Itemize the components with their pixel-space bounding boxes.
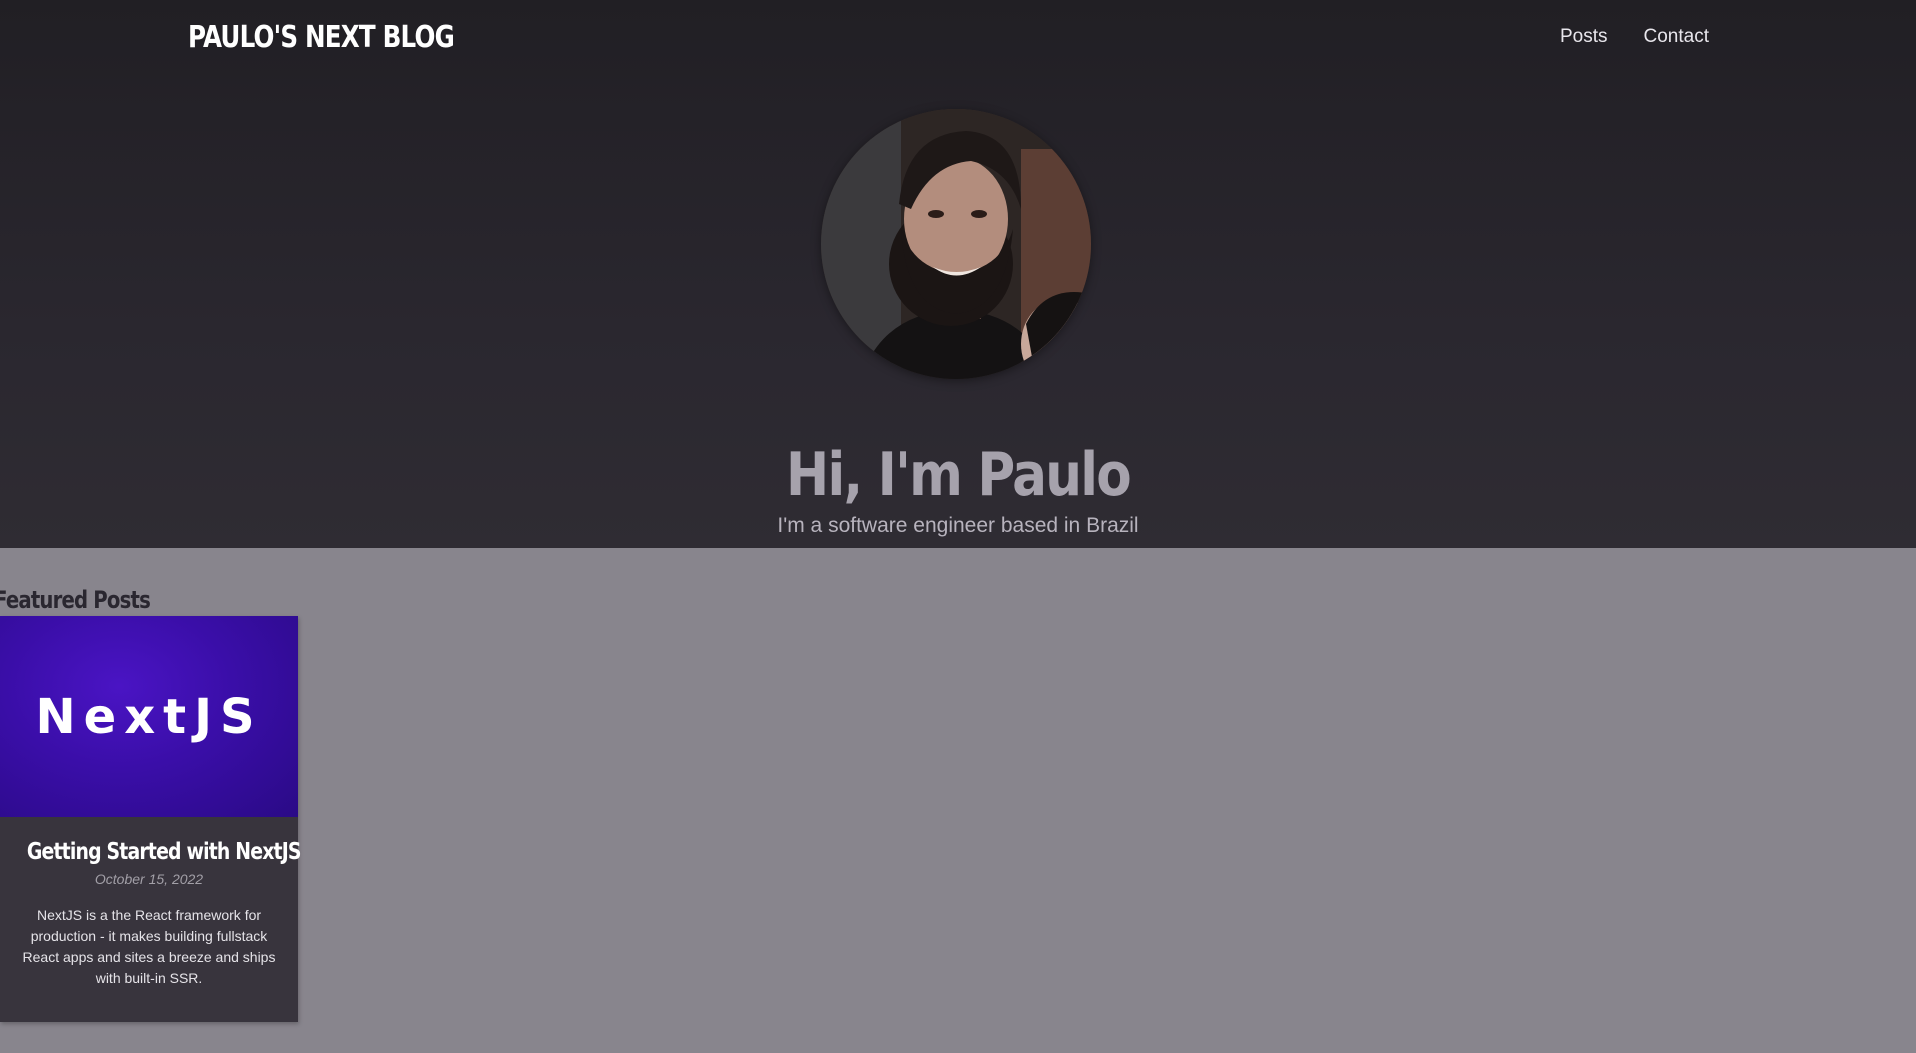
nav-link-contact[interactable]: Contact xyxy=(1644,26,1709,48)
site-logo[interactable]: PAULO'S NEXT BLOG xyxy=(188,20,455,55)
post-excerpt: NextJS is a the React framework for prod… xyxy=(22,907,276,986)
nav-link-posts[interactable]: Posts xyxy=(1560,26,1608,48)
top-nav: PAULO'S NEXT BLOG Posts Contact xyxy=(0,0,1916,76)
nav-links: Posts Contact xyxy=(1560,26,1709,48)
post-card-body: Getting Started with NextJS October 15, … xyxy=(0,817,302,989)
avatar-portrait xyxy=(821,109,1091,379)
post-card-image: NextJS xyxy=(0,616,298,817)
post-image-text: NextJS xyxy=(35,688,263,745)
featured-posts-heading: Featured Posts xyxy=(0,585,151,614)
post-title[interactable]: Getting Started with NextJS xyxy=(27,839,302,865)
post-card[interactable]: NextJS Getting Started with NextJS Octob… xyxy=(0,616,302,1022)
post-date: October 15, 2022 xyxy=(94,871,204,887)
hero-subtitle: I'm a software engineer based in Brazil xyxy=(777,514,1139,537)
hero-section: PAULO'S NEXT BLOG Posts Contact Hi, I'm … xyxy=(0,0,1916,548)
hero-title: Hi, I'm Paulo xyxy=(786,440,1132,511)
avatar xyxy=(821,109,1091,379)
